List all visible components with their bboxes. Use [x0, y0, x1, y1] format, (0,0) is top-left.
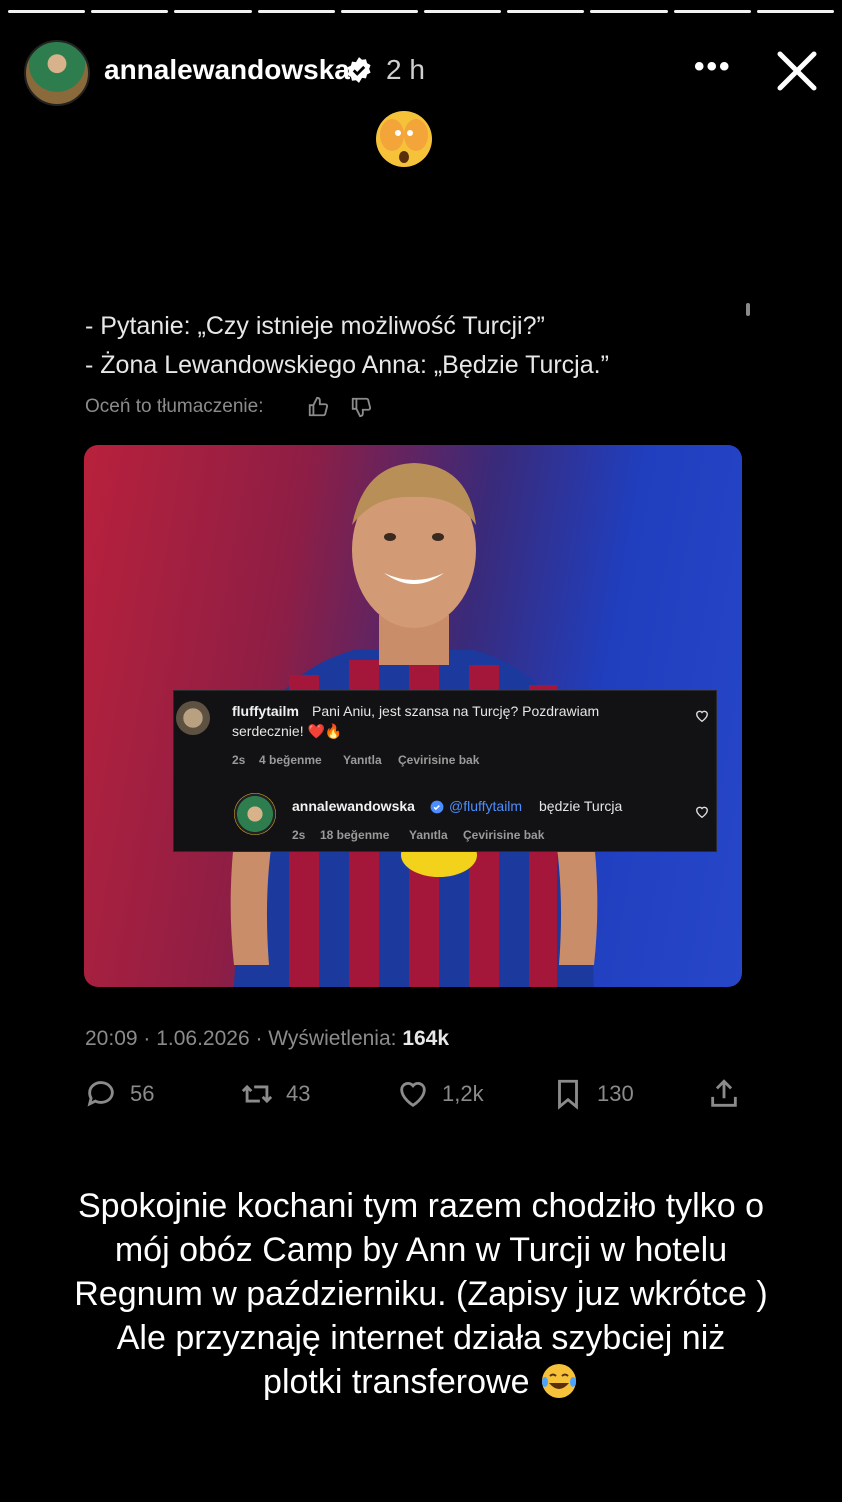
progress-segment [424, 10, 502, 13]
progress-segment [673, 10, 751, 13]
share-icon [711, 1079, 737, 1107]
reply-avatar [234, 793, 276, 835]
scroll-indicator [746, 303, 750, 316]
share-action[interactable] [707, 1076, 741, 1112]
more-options-icon[interactable]: ••• [694, 50, 732, 84]
reply-mention: @fluffytailm [449, 798, 523, 814]
comment-text: serdecznie! ❤️🔥 [232, 723, 343, 739]
comment-translate: Çevirisine bak [398, 753, 480, 767]
retweet-icon [241, 1084, 273, 1104]
caption-line: Regnum w październiku. (Zapisy juz wkrót… [74, 1275, 768, 1313]
retweet-count: 43 [286, 1081, 311, 1106]
bookmark-action[interactable]: 130 [551, 1076, 634, 1112]
reply-username: annalewandowska [292, 798, 415, 814]
tweet-text-line: - Żona Lewandowskiego Anna: „Będzie Turc… [85, 351, 609, 379]
reply-action[interactable]: 56 [84, 1076, 154, 1112]
rate-translation-label: Oceń to tłumaczenie: [85, 396, 264, 417]
heart-icon [696, 806, 708, 819]
progress-segment [507, 10, 585, 13]
progress-segment [91, 10, 169, 13]
close-icon[interactable] [772, 46, 822, 96]
view-count: 164k [402, 1027, 450, 1050]
profile-avatar[interactable] [24, 40, 90, 106]
progress-segment [257, 10, 335, 13]
commenter-username: fluffytailm [232, 703, 299, 719]
comment-reply: Yanıtla [343, 753, 382, 767]
comment-likes: 4 beğenme [259, 753, 322, 767]
progress-segment [8, 10, 86, 13]
caption-line-with-emoji: plotki transferowe [30, 1360, 812, 1404]
post-time: 2 h [386, 54, 425, 85]
reply-translate: Çevirisine bak [463, 828, 545, 842]
reply-likes: 18 beğenme [320, 828, 390, 842]
like-count: 1,2k [442, 1081, 484, 1106]
progress-segment [174, 10, 252, 13]
bookmark-count: 130 [597, 1081, 634, 1106]
verified-badge-icon [347, 57, 371, 83]
reply-reply: Yanıtla [409, 828, 448, 842]
caption-line: mój obóz Camp by Ann w Turcji w hotelu [114, 1231, 728, 1269]
thumbs-up-icon[interactable] [307, 396, 329, 418]
like-action[interactable]: 1,2k [396, 1076, 484, 1112]
progress-segment [590, 10, 668, 13]
thumbs-down-icon[interactable] [350, 396, 372, 418]
story-caption: Spokojnie kochani tym razem chodziło tyl… [30, 1184, 812, 1404]
retweet-action[interactable]: 43 [240, 1076, 310, 1112]
heart-icon [400, 1082, 426, 1108]
progress-segment [340, 10, 419, 13]
reply-count: 56 [130, 1081, 155, 1106]
verified-badge-icon [430, 800, 444, 814]
laughing-crying-emoji-icon [541, 1364, 576, 1398]
reply-icon [87, 1081, 114, 1107]
face-with-hand-over-eyes-emoji-icon [376, 111, 432, 167]
tweet-text-line: - Pytanie: „Czy istnieje możliwość Turcj… [85, 312, 545, 340]
caption-line: plotki transferowe [263, 1363, 530, 1401]
commenter-avatar [176, 701, 210, 735]
caption-line: Ale przyznaję internet działa szybciej n… [116, 1319, 726, 1357]
reply-time: 2s [292, 828, 306, 842]
comments-screenshot: fluffytailm Pani Aniu, jest szansa na Tu… [173, 690, 717, 852]
tweet-timestamp: 20:09 · 1.06.2026 · Wyświetlenia: 164k [85, 1027, 449, 1051]
comment-text: Pani Aniu, jest szansa na Turcję? Pozdra… [312, 703, 600, 719]
timestamp-text: 20:09 · 1.06.2026 · Wyświetlenia: [85, 1027, 397, 1050]
heart-icon [696, 710, 708, 723]
reply-text: będzie Turcja [539, 798, 623, 814]
username[interactable]: annalewandowska [104, 54, 350, 86]
progress-segment [756, 10, 835, 13]
bookmark-icon [558, 1079, 578, 1110]
comment-time: 2s [232, 753, 246, 767]
caption-line: Spokojnie kochani tym razem chodziło tyl… [78, 1187, 764, 1225]
story-progress [8, 10, 835, 14]
